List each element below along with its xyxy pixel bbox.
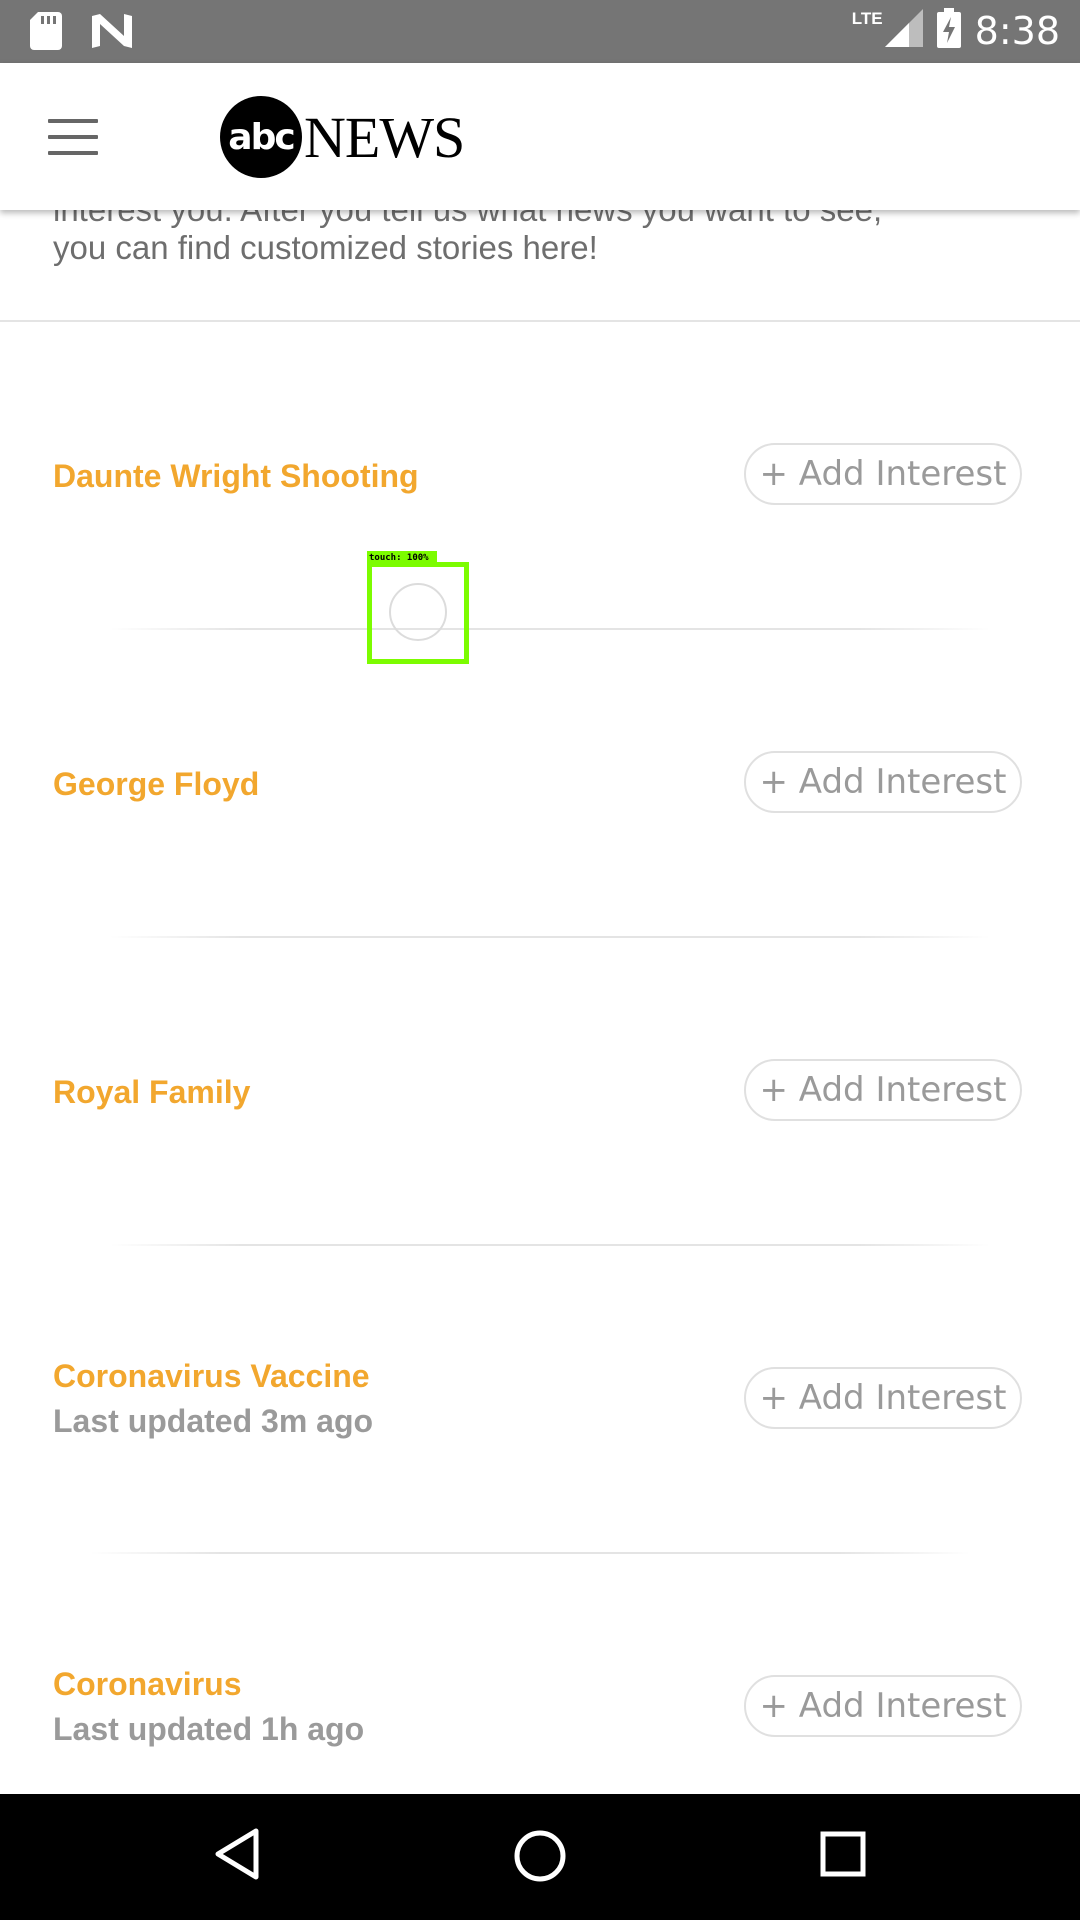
logo-abc: abc <box>220 96 302 178</box>
topic-title[interactable]: Daunte Wright Shooting <box>53 458 419 495</box>
hamburger-menu-icon[interactable] <box>48 119 98 155</box>
sd-card-icon <box>30 12 62 55</box>
clock: 8:38 <box>974 8 1060 53</box>
divider <box>110 628 990 630</box>
divider <box>110 936 990 938</box>
topic-title[interactable]: Coronavirus Vaccine <box>53 1358 370 1395</box>
network-type: LTE <box>851 8 883 28</box>
logo-news: NEWS <box>304 104 465 170</box>
intro-text: interest you. After you tell us what new… <box>53 210 1013 267</box>
add-interest-button[interactable]: + Add Interest <box>744 1675 1022 1737</box>
add-interest-button[interactable]: + Add Interest <box>744 443 1022 505</box>
recents-icon[interactable] <box>820 1831 866 1882</box>
add-interest-button[interactable]: + Add Interest <box>744 1367 1022 1429</box>
divider <box>110 1244 990 1246</box>
interests-list[interactable]: interest you. After you tell us what new… <box>0 210 1080 1794</box>
n-icon <box>92 14 132 53</box>
signal-icon <box>884 9 923 52</box>
topic-title[interactable]: Coronavirus <box>53 1666 241 1703</box>
last-updated: Last updated 1h ago <box>53 1711 365 1747</box>
topic-title[interactable]: Royal Family <box>53 1074 250 1111</box>
battery-charging-icon <box>936 8 961 53</box>
status-bar: LTE 8:38 <box>0 0 1080 63</box>
divider <box>90 1552 970 1554</box>
add-interest-button[interactable]: + Add Interest <box>744 1059 1022 1121</box>
intro-line-1: interest you. After you tell us what new… <box>53 210 1013 229</box>
last-updated: Last updated 3m ago <box>53 1403 374 1439</box>
navigation-bar <box>0 1794 1080 1920</box>
app-header: abc NEWS <box>0 63 1080 210</box>
abc-news-logo[interactable]: abc NEWS <box>220 96 465 178</box>
back-icon[interactable] <box>212 1827 260 1886</box>
divider <box>0 320 1080 322</box>
home-icon[interactable] <box>513 1829 567 1888</box>
add-interest-button[interactable]: + Add Interest <box>744 751 1022 813</box>
intro-line-2: you can find customized stories here! <box>53 229 598 266</box>
touch-point-icon <box>389 583 447 641</box>
topic-title[interactable]: George Floyd <box>53 766 259 803</box>
